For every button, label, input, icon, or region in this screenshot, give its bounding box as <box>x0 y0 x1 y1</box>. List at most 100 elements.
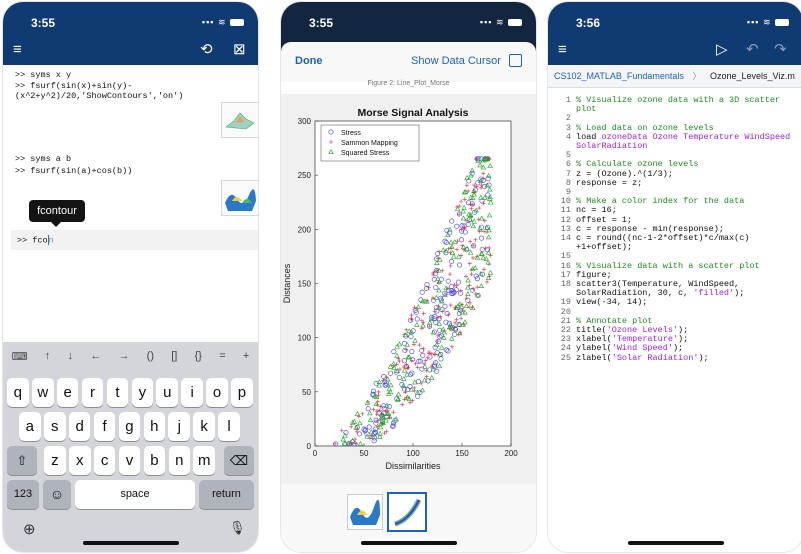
keyboard: ⌨ ↑ ↓ ← → () [] {} = + qwertyuiop asdfghj… <box>3 342 258 552</box>
clear-icon[interactable]: ⊠ <box>233 42 246 57</box>
command-input[interactable]: >> fcon <box>11 230 258 250</box>
done-button[interactable]: Done <box>295 55 323 67</box>
key-m[interactable]: m <box>193 446 216 475</box>
y-tick-label: 100 <box>298 334 312 343</box>
key-y[interactable]: y <box>131 378 154 407</box>
chevron-right-icon: 〉 <box>692 71 702 81</box>
morse-scatter-chart[interactable]: Morse Signal Analysis 0 50 100 150 200 0 50 100 1… <box>281 94 536 484</box>
code-line: 8 response = z; <box>554 178 790 188</box>
key-b[interactable]: b <box>143 446 166 475</box>
y-tick-label: 250 <box>298 171 312 180</box>
key-w[interactable]: w <box>31 378 54 407</box>
code-text: view(-34, 14); <box>576 297 648 308</box>
undo-icon[interactable]: ↶ <box>746 42 759 57</box>
status-time: 3:56 <box>576 16 601 30</box>
menu-icon[interactable]: ≡ <box>13 42 22 57</box>
command-line: >> fsurf(sin(x)+sin(y)- <box>15 81 133 91</box>
code-line: SolarRadiation <box>554 141 790 151</box>
code-line: plot <box>554 105 790 114</box>
symbol-key[interactable]: → <box>118 350 129 362</box>
code-line: 25 zlabel('Solar Radiation'); <box>554 352 790 363</box>
breadcrumb: CS102_MATLAB_Fundamentals 〉 Ozone_Levels… <box>548 65 801 88</box>
key-i[interactable]: i <box>181 378 203 407</box>
key-n[interactable]: n <box>168 446 191 475</box>
figure-viewer-screen: 3:55 ▪▪▪ ≋ Done Show Data Cursor Figure … <box>281 2 536 552</box>
command-line: >> syms x y <box>15 70 72 80</box>
delete-icon[interactable]: ⌫ <box>224 446 254 475</box>
symbol-key[interactable]: [] <box>171 350 177 362</box>
line-number: 14 <box>560 233 571 244</box>
figure-thumbnail-selected[interactable] <box>387 492 427 532</box>
emoji-icon[interactable]: ☺ <box>43 480 71 509</box>
microphone-icon[interactable]: 🎙 <box>229 520 246 536</box>
symbol-key[interactable]: () <box>147 350 154 362</box>
code-line: +1+offset); <box>554 243 790 252</box>
x-axis-label: Dissimilarities <box>385 461 441 471</box>
axes-box <box>314 120 512 447</box>
y-tick-label: 200 <box>298 225 312 234</box>
run-icon[interactable]: ▷ <box>716 42 728 57</box>
figure-header: Done Show Data Cursor <box>281 42 536 82</box>
code-text: zlabel( <box>576 352 612 363</box>
key-j[interactable]: j <box>168 412 191 441</box>
key-x[interactable]: x <box>68 446 91 475</box>
y-axis-label: Distances <box>282 263 292 303</box>
keyboard-icon[interactable]: ⌨ <box>12 350 28 363</box>
line-number: 4 <box>565 131 571 142</box>
command-line: >> syms a b <box>15 154 72 164</box>
line-number: 25 <box>560 352 571 363</box>
key-p[interactable]: p <box>231 378 253 407</box>
space-key[interactable]: space <box>75 480 195 509</box>
shift-icon[interactable]: ⇧ <box>7 446 37 475</box>
plot-area: Morse Signal Analysis 0 50 100 150 200 0 50 100 1… <box>281 94 536 484</box>
symbol-key[interactable]: ← <box>90 350 101 362</box>
y-tick-label: 300 <box>298 117 312 126</box>
key-u[interactable]: u <box>156 378 179 407</box>
code-editor[interactable]: 1 % Visualize ozone data with a 3D scatte… <box>554 95 790 363</box>
figure-name: Figure 2: Line_Plot_Morse <box>367 80 450 87</box>
code-text: +1+offset); <box>576 242 633 253</box>
key-f[interactable]: f <box>93 412 116 441</box>
symbol-key[interactable]: ↓ <box>67 350 73 362</box>
numbers-key[interactable]: 123 <box>7 480 39 509</box>
symbol-key[interactable]: = <box>219 350 225 362</box>
key-l[interactable]: l <box>218 412 240 441</box>
key-s[interactable]: s <box>43 412 66 441</box>
show-data-cursor-button[interactable]: Show Data Cursor <box>411 55 501 67</box>
key-t[interactable]: t <box>106 378 129 407</box>
x-tick-label: 200 <box>504 449 518 458</box>
return-key[interactable]: return <box>199 480 254 509</box>
x-tick-label: 100 <box>406 449 420 458</box>
figure-thumbnail[interactable] <box>347 494 383 530</box>
globe-icon[interactable]: ⊕ <box>23 520 36 538</box>
key-z[interactable]: z <box>44 446 66 475</box>
key-h[interactable]: h <box>143 412 166 441</box>
key-k[interactable]: k <box>193 412 215 441</box>
history-icon[interactable]: ⟲ <box>200 42 213 57</box>
symbol-key[interactable]: ↑ <box>45 350 51 362</box>
key-v[interactable]: v <box>118 446 141 475</box>
symbol-key[interactable]: {} <box>195 350 202 362</box>
surface-plot-thumbnail[interactable] <box>221 102 258 138</box>
x-tick-label: 150 <box>455 449 469 458</box>
y-tick-label: 50 <box>302 388 311 397</box>
x-tick-label: 0 <box>313 449 318 458</box>
autocomplete-tooltip[interactable]: fcontour <box>29 200 85 227</box>
key-r[interactable]: r <box>81 378 104 407</box>
menu-icon[interactable]: ≡ <box>558 42 567 57</box>
key-o[interactable]: o <box>206 378 228 407</box>
symbol-row: ⌨ ↑ ↓ ← → () [] {} = + <box>3 342 258 370</box>
key-e[interactable]: e <box>56 378 79 407</box>
key-q[interactable]: q <box>7 378 29 407</box>
line-number: 1 <box>565 95 571 105</box>
key-a[interactable]: a <box>19 412 41 441</box>
breadcrumb-folder[interactable]: CS102_MATLAB_Fundamentals <box>554 71 684 81</box>
key-g[interactable]: g <box>118 412 141 441</box>
surface-plot-thumbnail[interactable] <box>221 180 258 216</box>
share-icon[interactable] <box>509 54 522 67</box>
redo-icon[interactable]: ↷ <box>774 42 787 57</box>
legend-label: Squared Stress <box>341 150 390 157</box>
key-c[interactable]: c <box>93 446 116 475</box>
symbol-key[interactable]: + <box>243 350 249 362</box>
key-d[interactable]: d <box>68 412 91 441</box>
